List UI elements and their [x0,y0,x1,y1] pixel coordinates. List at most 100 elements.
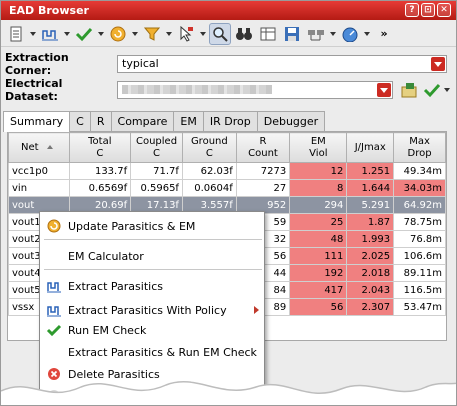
menu-item-extract-parasitics-with-policy[interactable]: Extract Parasitics With Policy [40,300,264,320]
save-icon[interactable] [281,23,303,45]
toolbar-overflow-button[interactable]: » [373,23,395,45]
tab-bar: Summary C R Compare EM IR Drop Debugger [3,111,326,132]
binoculars-icon[interactable] [233,23,255,45]
cell-total-c: 133.7f [68,162,132,180]
column-header-r-count[interactable]: R Count [235,132,291,163]
circuit-icon[interactable] [39,23,61,45]
menu-separator [44,239,262,240]
chevron-down-icon[interactable] [377,83,391,97]
table-icon[interactable] [257,23,279,45]
window-title: EAD Browser [9,4,89,17]
cell-max-drop: 53.47m [393,298,446,316]
toolbar: » [1,21,456,47]
cell-j-jmax: 2.043 [346,281,395,299]
cell-j-jmax: 5.291 [346,196,395,214]
network-dropdown[interactable] [329,32,337,36]
dataset-check-icon[interactable] [421,79,443,101]
menu-item-update-parasitics-em[interactable]: Update Parasitics & EM [40,216,264,236]
dataset-check-dropdown[interactable] [443,88,451,92]
menu-item-extract-parasitics[interactable]: Extract Parasitics [40,276,264,296]
column-header-em-viol[interactable]: EM Viol [289,132,348,163]
table-row[interactable]: vcc1p0 133.7f 71.7f 62.03f 7273 12 1.251 49.34m [8,162,446,180]
cell-net: vcc1p0 [8,162,70,180]
column-header-coupled-c[interactable]: Coupled C [130,132,183,163]
filter-dropdown[interactable] [165,32,173,36]
document-icon[interactable] [5,23,27,45]
tab-ir-drop[interactable]: IR Drop [202,111,258,131]
cell-j-jmax: 1.644 [346,179,395,197]
cell-em-viol: 192 [289,264,348,282]
table-header-row: Net Total C Coupled C Ground C R Count EM Vio… [8,132,446,163]
cell-j-jmax: 1.993 [346,230,395,248]
cell-coupled-c: 71.7f [130,162,183,180]
cell-max-drop: 89.11m [393,264,446,282]
document-dropdown[interactable] [29,32,37,36]
tab-debugger[interactable]: Debugger [256,111,326,131]
network-icon[interactable] [305,23,327,45]
column-header-j-jmax[interactable]: J/Jmax [346,132,395,163]
close-button[interactable]: ✕ [437,3,451,17]
electrical-dataset-label: Electrical Dataset: [5,77,63,103]
dataset-load-icon[interactable] [399,79,421,101]
cell-total-c: 0.6569f [68,179,132,197]
cell-max-drop: 64.92m [393,196,446,214]
cell-em-viol: 294 [289,196,348,214]
table-row[interactable]: vin 0.6569f 0.5965f 0.0604f 27 8 1.644 34.03m [8,179,446,197]
circuit-icon [40,303,68,317]
checkmark-dropdown[interactable] [97,32,105,36]
pointer-dropdown[interactable] [199,32,207,36]
electrical-dataset-row: Electrical Dataset: [5,77,452,103]
gauge-icon[interactable] [339,23,361,45]
cell-j-jmax: 2.025 [346,247,395,265]
cell-em-viol: 8 [289,179,348,197]
column-header-max-drop[interactable]: Max Drop [393,132,446,163]
submenu-arrow-icon [248,306,264,314]
extraction-corner-value: typical [122,57,159,70]
tab-summary[interactable]: Summary [3,111,71,132]
sort-ascending-icon [46,144,53,149]
menu-item-label: EM Calculator [68,249,144,263]
electrical-dataset-select[interactable] [117,81,393,99]
pointer-icon[interactable] [175,23,197,45]
menu-item-run-em-check[interactable]: Run EM Check [40,320,264,340]
extraction-corner-select[interactable]: typical [117,55,447,73]
restore-button[interactable]: ⊡ [421,3,435,17]
circuit-dropdown[interactable] [63,32,71,36]
cell-max-drop: 76.8m [393,230,446,248]
magnifier-icon[interactable] [209,22,231,45]
cell-j-jmax: 1.251 [346,162,395,180]
cell-max-drop: 116.5m [393,281,446,299]
checkmark-icon [40,323,68,337]
checkmark-icon[interactable] [73,23,95,45]
column-header-ground-c[interactable]: Ground C [181,132,237,163]
menu-item-em-calculator[interactable]: EM Calculator [40,246,264,266]
menu-item-label: Extract Parasitics & Run EM Check [68,345,257,359]
gauge-dropdown[interactable] [363,32,371,36]
cell-j-jmax: 1.87 [346,213,395,231]
tab-r[interactable]: R [89,111,112,131]
cell-r-count: 7273 [235,162,291,180]
electrical-dataset-value [122,85,272,94]
refresh-icon[interactable] [107,23,129,45]
menu-item-label: Extract Parasitics With Policy [68,303,227,317]
help-button[interactable]: ? [405,3,419,17]
cell-net: vin [8,179,70,197]
column-header-net[interactable]: Net [8,132,70,163]
chevron-down-icon[interactable] [431,57,445,71]
cell-ground-c: 62.03f [181,162,237,180]
cell-max-drop: 78.75m [393,213,446,231]
cell-em-viol: 48 [289,230,348,248]
circuit-icon [40,279,68,293]
refresh-icon [40,219,68,233]
filter-icon[interactable] [141,23,163,45]
tab-em[interactable]: EM [173,111,204,131]
tab-c[interactable]: C [69,111,91,131]
cell-j-jmax: 2.018 [346,264,395,282]
title-bar: EAD Browser ? ⊡ ✕ [1,1,456,20]
refresh-dropdown[interactable] [131,32,139,36]
tab-compare[interactable]: Compare [110,111,175,131]
menu-item-extract-parasitics-run-em-check[interactable]: Extract Parasitics & Run EM Check [40,342,264,362]
extraction-corner-row: Extraction Corner: typical [5,51,452,77]
cell-em-viol: 417 [289,281,348,299]
column-header-total-c[interactable]: Total C [68,132,132,163]
